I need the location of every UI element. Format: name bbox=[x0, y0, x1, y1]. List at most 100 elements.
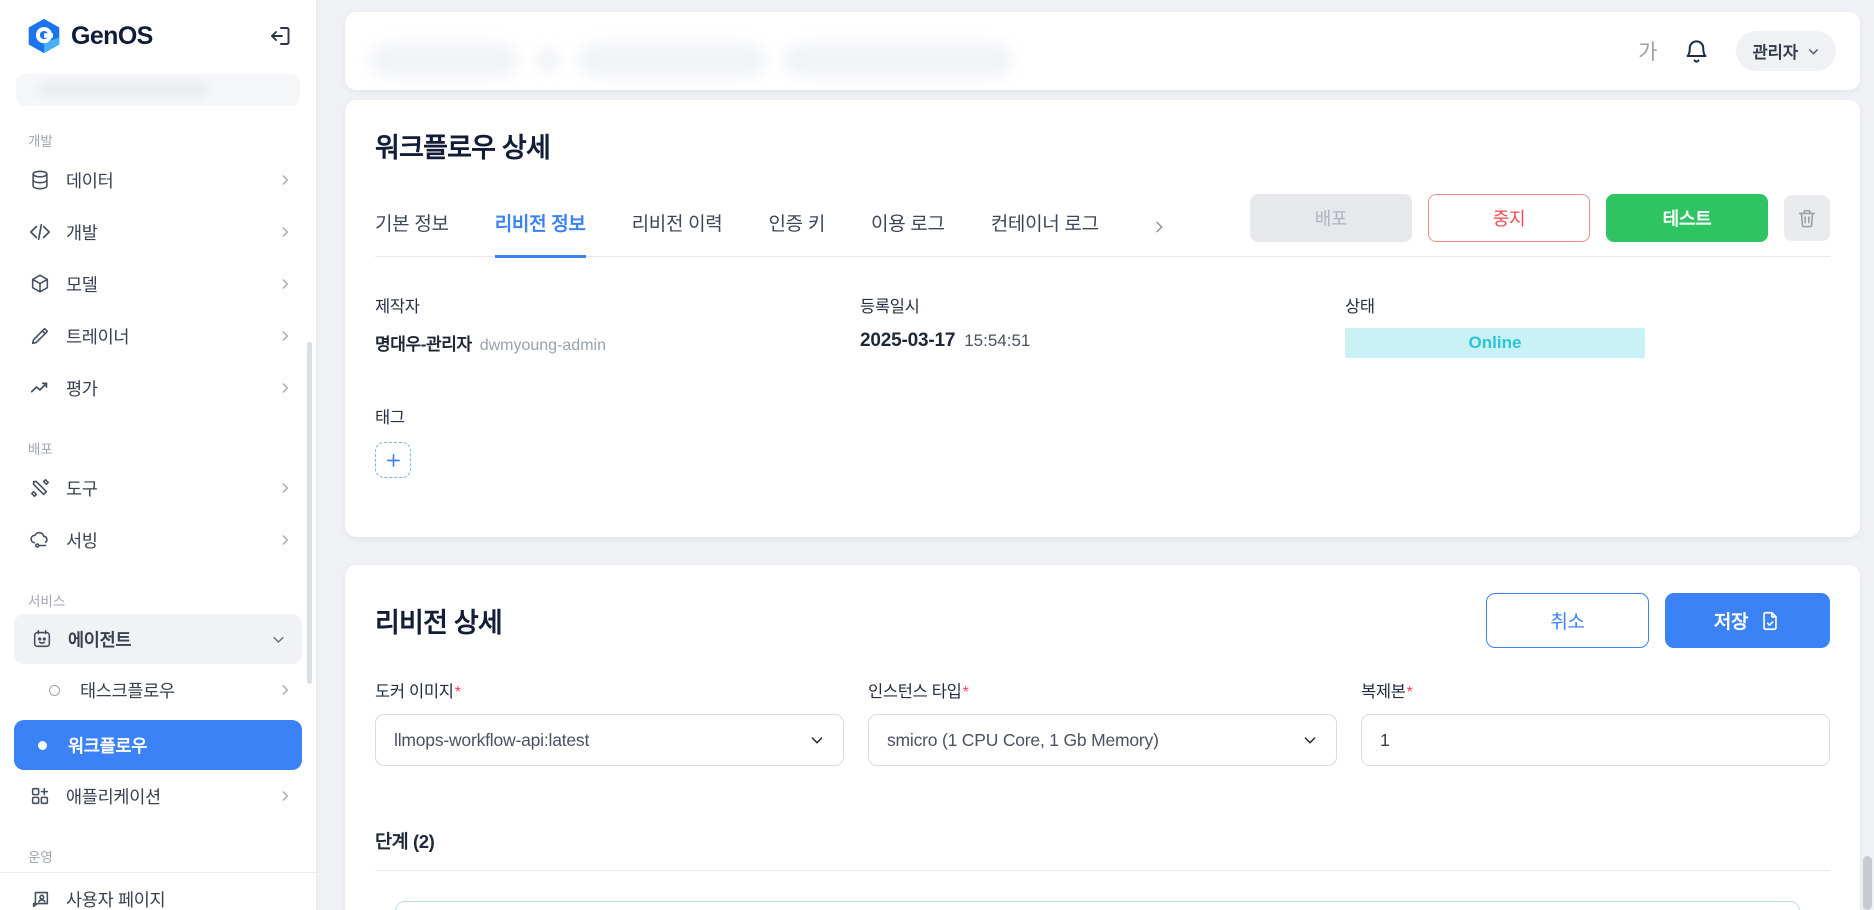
sidebar-item-model[interactable]: 모델 bbox=[0, 258, 316, 310]
tabs-scroll-right-icon[interactable] bbox=[1151, 219, 1167, 256]
applications-icon bbox=[28, 784, 52, 808]
docker-image-value: llmops-workflow-api:latest bbox=[394, 730, 589, 751]
tools-icon bbox=[28, 476, 52, 500]
logo-row: GenOS bbox=[26, 16, 294, 56]
revision-detail-card: 리비전 상세 취소 저장 도커 이미지* llmops-workflow-api bbox=[345, 565, 1860, 910]
steps-heading: 단계 (2) bbox=[375, 828, 1830, 854]
replicas-label: 복제본 bbox=[1361, 683, 1406, 701]
steps-divider bbox=[375, 870, 1830, 871]
status-block: 상태 Online bbox=[1345, 293, 1830, 358]
instance-type-select[interactable]: smicro (1 CPU Core, 1 Gb Memory) bbox=[868, 714, 1337, 766]
workflow-info-grid: 제작자 명대우-관리자 dwmyoung-admin 등록일시 2025-03-… bbox=[375, 293, 1830, 358]
plus-icon bbox=[385, 452, 402, 469]
sidebar-item-user-page[interactable]: 사용자 페이지 bbox=[0, 873, 316, 910]
chevron-down-icon bbox=[271, 632, 286, 647]
cancel-button[interactable]: 취소 bbox=[1486, 593, 1649, 648]
replicas-field: 복제본* bbox=[1361, 678, 1830, 766]
sidebar-item-workflow[interactable]: 워크플로우 bbox=[14, 720, 302, 770]
delete-button[interactable] bbox=[1784, 195, 1830, 241]
cube-icon bbox=[28, 272, 52, 296]
tab-usage-log[interactable]: 이용 로그 bbox=[871, 209, 945, 258]
sidebar-section-dev: 개발 bbox=[28, 130, 316, 150]
genos-logo-icon bbox=[26, 18, 62, 54]
user-menu[interactable]: 관리자 bbox=[1736, 31, 1836, 71]
step-card[interactable] bbox=[395, 901, 1800, 910]
sidebar-item-taskflow[interactable]: 태스크플로우 bbox=[0, 664, 316, 716]
required-marker: * bbox=[455, 684, 461, 701]
sidebar-item-evaluation[interactable]: 평가 bbox=[0, 362, 316, 414]
chevron-right-icon bbox=[278, 683, 292, 697]
database-icon bbox=[28, 168, 52, 192]
breadcrumb-redacted bbox=[369, 42, 1013, 78]
creator-block: 제작자 명대우-관리자 dwmyoung-admin bbox=[375, 293, 860, 358]
sidebar: GenOS 개발 데이터 bbox=[0, 0, 317, 910]
tab-bar: 기본 정보 리비전 정보 리비전 이력 인증 키 이용 로그 컨테이너 로그 배… bbox=[375, 189, 1830, 257]
app-root: GenOS 개발 데이터 bbox=[0, 0, 1874, 910]
registered-date: 2025-03-17 bbox=[860, 330, 955, 352]
sidebar-item-trainer[interactable]: 트레이너 bbox=[0, 310, 316, 362]
creator-label: 제작자 bbox=[375, 293, 860, 317]
tab-container-log[interactable]: 컨테이너 로그 bbox=[991, 209, 1099, 258]
tags-label: 태그 bbox=[375, 404, 1830, 428]
user-page-icon bbox=[28, 887, 52, 910]
test-button[interactable]: 테스트 bbox=[1606, 194, 1768, 242]
pencil-icon bbox=[28, 324, 52, 348]
save-button[interactable]: 저장 bbox=[1665, 593, 1830, 648]
sidebar-item-application[interactable]: 애플리케이션 bbox=[0, 770, 316, 822]
status-badge: Online bbox=[1345, 328, 1645, 358]
notification-bell-icon[interactable] bbox=[1683, 38, 1710, 65]
circle-filled-icon bbox=[30, 733, 54, 757]
tab-revision-history[interactable]: 리비전 이력 bbox=[632, 209, 723, 258]
add-tag-button[interactable] bbox=[375, 442, 411, 478]
instance-type-label: 인스턴스 타입 bbox=[868, 683, 962, 701]
docker-image-label: 도커 이미지 bbox=[375, 683, 454, 701]
page-title: 워크플로우 상세 bbox=[375, 126, 1830, 165]
chevron-right-icon bbox=[278, 789, 292, 803]
instance-type-value: smicro (1 CPU Core, 1 Gb Memory) bbox=[887, 730, 1159, 751]
chevron-right-icon bbox=[278, 173, 292, 187]
sidebar-collapse-icon[interactable] bbox=[266, 22, 294, 50]
sidebar-item-serving[interactable]: 서빙 bbox=[0, 514, 316, 566]
topbar: 가 관리자 bbox=[345, 12, 1860, 90]
tab-auth-key[interactable]: 인증 키 bbox=[768, 209, 825, 258]
workflow-detail-card: 워크플로우 상세 기본 정보 리비전 정보 리비전 이력 인증 키 이용 로그 … bbox=[345, 100, 1860, 537]
revision-form: 도커 이미지* llmops-workflow-api:latest 인스턴스 … bbox=[375, 678, 1830, 766]
chevron-right-icon bbox=[278, 381, 292, 395]
page-scrollbar[interactable] bbox=[1863, 856, 1872, 910]
chevron-down-icon bbox=[1807, 45, 1820, 58]
registered-block: 등록일시 2025-03-17 15:54:51 bbox=[860, 293, 1345, 358]
required-marker: * bbox=[963, 684, 969, 701]
user-menu-label: 관리자 bbox=[1752, 39, 1798, 63]
chevron-right-icon bbox=[278, 533, 292, 547]
workflow-actions: 배포 중지 테스트 bbox=[1250, 194, 1830, 242]
deploy-button[interactable]: 배포 bbox=[1250, 194, 1412, 242]
sidebar-item-redacted bbox=[16, 74, 300, 106]
sidebar-section-service: 서비스 bbox=[28, 590, 316, 610]
tab-basic-info[interactable]: 기본 정보 bbox=[375, 209, 449, 258]
docker-image-select[interactable]: llmops-workflow-api:latest bbox=[375, 714, 844, 766]
font-size-toggle[interactable]: 가 bbox=[1638, 36, 1657, 66]
brand-name: GenOS bbox=[71, 22, 153, 51]
save-document-icon bbox=[1759, 610, 1781, 632]
main-area: 가 관리자 워크플로우 상세 기본 정보 리비전 정보 리비전 이력 인증 키 bbox=[317, 0, 1874, 910]
sidebar-item-develop[interactable]: 개발 bbox=[0, 206, 316, 258]
save-button-label: 저장 bbox=[1714, 607, 1748, 634]
registered-time: 15:54:51 bbox=[964, 331, 1030, 351]
code-icon bbox=[28, 220, 52, 244]
sidebar-item-agent[interactable]: 에이전트 bbox=[14, 614, 302, 664]
trash-icon bbox=[1796, 207, 1818, 229]
chevron-right-icon bbox=[278, 329, 292, 343]
sidebar-scrollbar[interactable] bbox=[307, 342, 312, 684]
topbar-right: 가 관리자 bbox=[1638, 31, 1836, 71]
sidebar-section-operation: 운영 bbox=[28, 846, 316, 866]
replicas-input[interactable] bbox=[1361, 714, 1830, 766]
circle-outline-icon bbox=[42, 678, 66, 702]
status-label: 상태 bbox=[1345, 293, 1830, 317]
sidebar-item-tools[interactable]: 도구 bbox=[0, 462, 316, 514]
sidebar-item-data[interactable]: 데이터 bbox=[0, 154, 316, 206]
tab-revision-info[interactable]: 리비전 정보 bbox=[495, 209, 586, 258]
agent-icon bbox=[30, 627, 54, 651]
stop-button[interactable]: 중지 bbox=[1428, 194, 1590, 242]
required-marker: * bbox=[1407, 684, 1413, 701]
registered-label: 등록일시 bbox=[860, 293, 1345, 317]
